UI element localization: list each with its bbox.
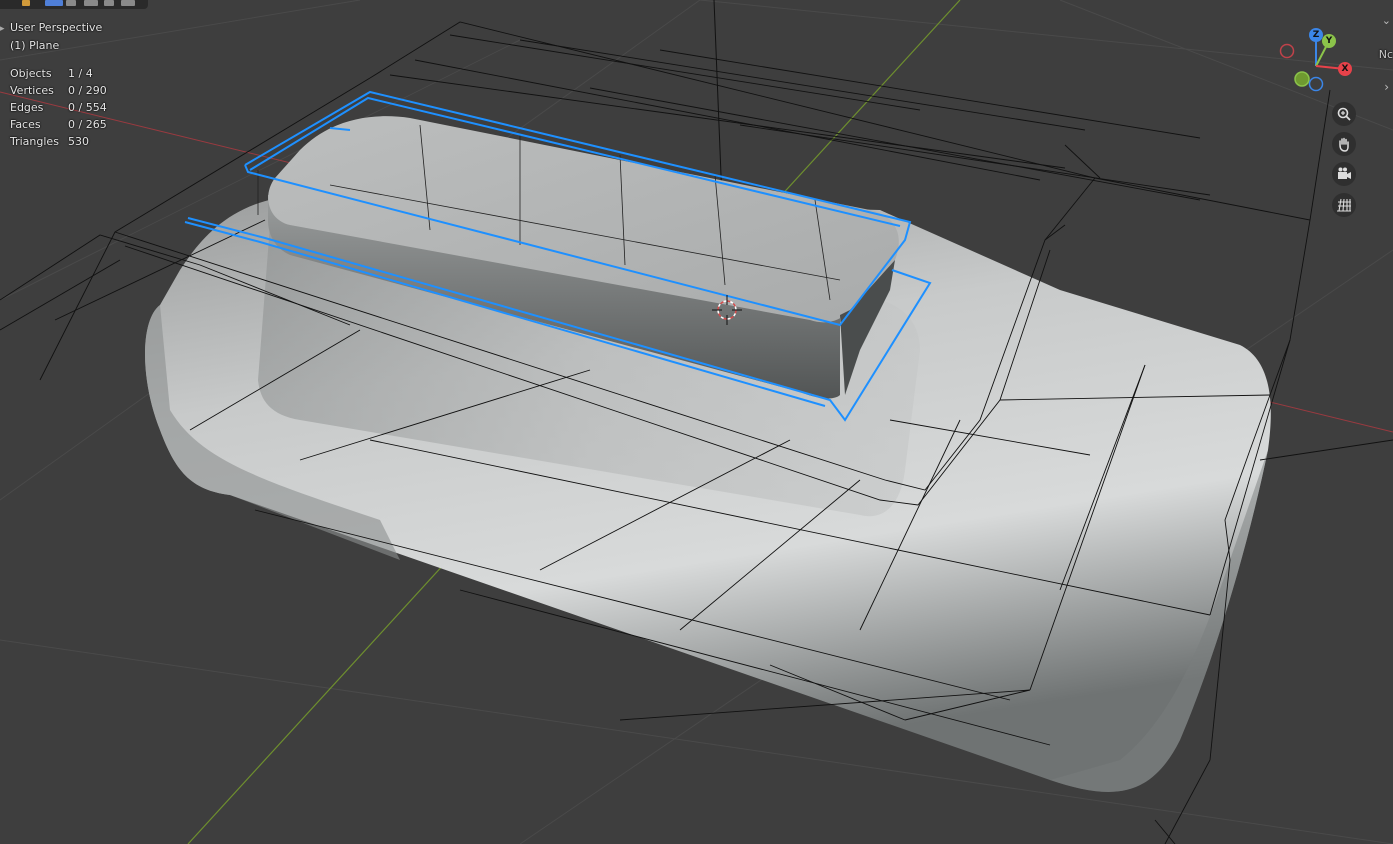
shading-icon[interactable] bbox=[66, 0, 76, 6]
sidebar-toggle-icon[interactable]: › bbox=[1384, 80, 1389, 94]
zoom-icon bbox=[1337, 107, 1351, 121]
sidebar-hint: Nc bbox=[1378, 48, 1393, 61]
hand-pan-icon bbox=[1339, 137, 1349, 152]
orange-icon[interactable] bbox=[22, 0, 30, 6]
stat-label: Edges bbox=[10, 101, 44, 114]
stat-row: Edges 0 / 554 bbox=[10, 99, 107, 116]
stat-row: Triangles 530 bbox=[10, 133, 107, 150]
ortho-toggle-button[interactable] bbox=[1332, 193, 1356, 217]
pan-button[interactable] bbox=[1332, 132, 1356, 156]
chevron-down-icon[interactable]: ⌄ bbox=[1382, 14, 1391, 27]
camera-icon bbox=[1338, 167, 1351, 179]
gizmo-y-button[interactable]: Y bbox=[1322, 34, 1336, 48]
stat-row: Faces 0 / 265 bbox=[10, 116, 107, 133]
stat-label: Faces bbox=[10, 118, 41, 131]
stat-row: Objects 1 / 4 bbox=[10, 65, 107, 82]
gizmo-z-button[interactable]: Z bbox=[1309, 28, 1323, 42]
stat-row: Vertices 0 / 290 bbox=[10, 82, 107, 99]
stat-label: Vertices bbox=[10, 84, 54, 97]
stat-label: Objects bbox=[10, 67, 52, 80]
zoom-button[interactable] bbox=[1332, 102, 1356, 126]
view-info: User Perspective (1) Plane bbox=[10, 19, 102, 55]
overlay-icon[interactable] bbox=[84, 0, 98, 6]
gizmo-x-button[interactable]: X bbox=[1338, 62, 1352, 76]
stat-value: 0 / 290 bbox=[68, 84, 107, 97]
options-icon[interactable] bbox=[121, 0, 135, 6]
3d-viewport[interactable]: ▸ User Perspective (1) Plane Objects 1 / … bbox=[0, 0, 1393, 844]
active-object-label: (1) Plane bbox=[10, 39, 60, 52]
header-toolbar[interactable] bbox=[0, 0, 148, 9]
tool-panel-toggle-icon[interactable]: ▸ bbox=[0, 24, 5, 34]
stat-value: 1 / 4 bbox=[68, 67, 93, 80]
navigation-gizmo[interactable]: Z Y X bbox=[1276, 26, 1360, 96]
stat-label: Triangles bbox=[10, 135, 59, 148]
scene-statistics: Objects 1 / 4 Vertices 0 / 290 Edges 0 / 55… bbox=[10, 65, 107, 150]
view-perspective-label: User Perspective bbox=[10, 21, 103, 34]
display-icon[interactable] bbox=[104, 0, 114, 6]
scene-render[interactable] bbox=[0, 0, 1393, 844]
stat-value: 530 bbox=[68, 135, 89, 148]
stat-value: 0 / 265 bbox=[68, 118, 107, 131]
camera-view-button[interactable] bbox=[1332, 162, 1356, 186]
grid-icon bbox=[1337, 198, 1351, 212]
stat-value: 0 / 554 bbox=[68, 101, 107, 114]
mode-icon[interactable] bbox=[45, 0, 63, 6]
